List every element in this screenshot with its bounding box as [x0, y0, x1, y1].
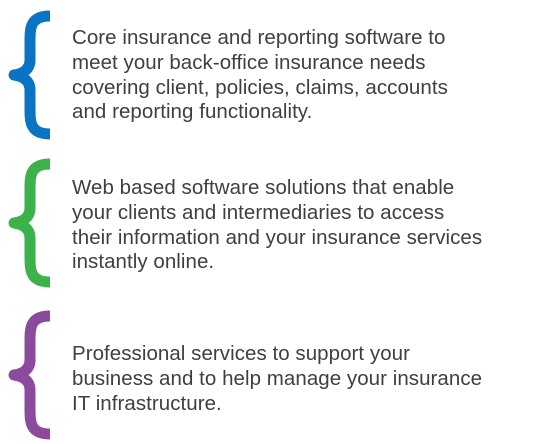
- curly-brace-icon: [8, 10, 51, 140]
- service-description: Core insurance and reporting software to…: [72, 26, 448, 124]
- service-item-professional-services: Professional services to support your bu…: [0, 300, 538, 444]
- service-item-core-insurance: Core insurance and reporting software to…: [0, 0, 538, 150]
- curly-brace-icon: [8, 310, 51, 440]
- service-item-web-solutions: Web based software solutions that enable…: [0, 150, 538, 300]
- service-description: Web based software solutions that enable…: [72, 176, 483, 274]
- service-description: Professional services to support your bu…: [72, 342, 483, 415]
- curly-brace-icon: [8, 158, 51, 288]
